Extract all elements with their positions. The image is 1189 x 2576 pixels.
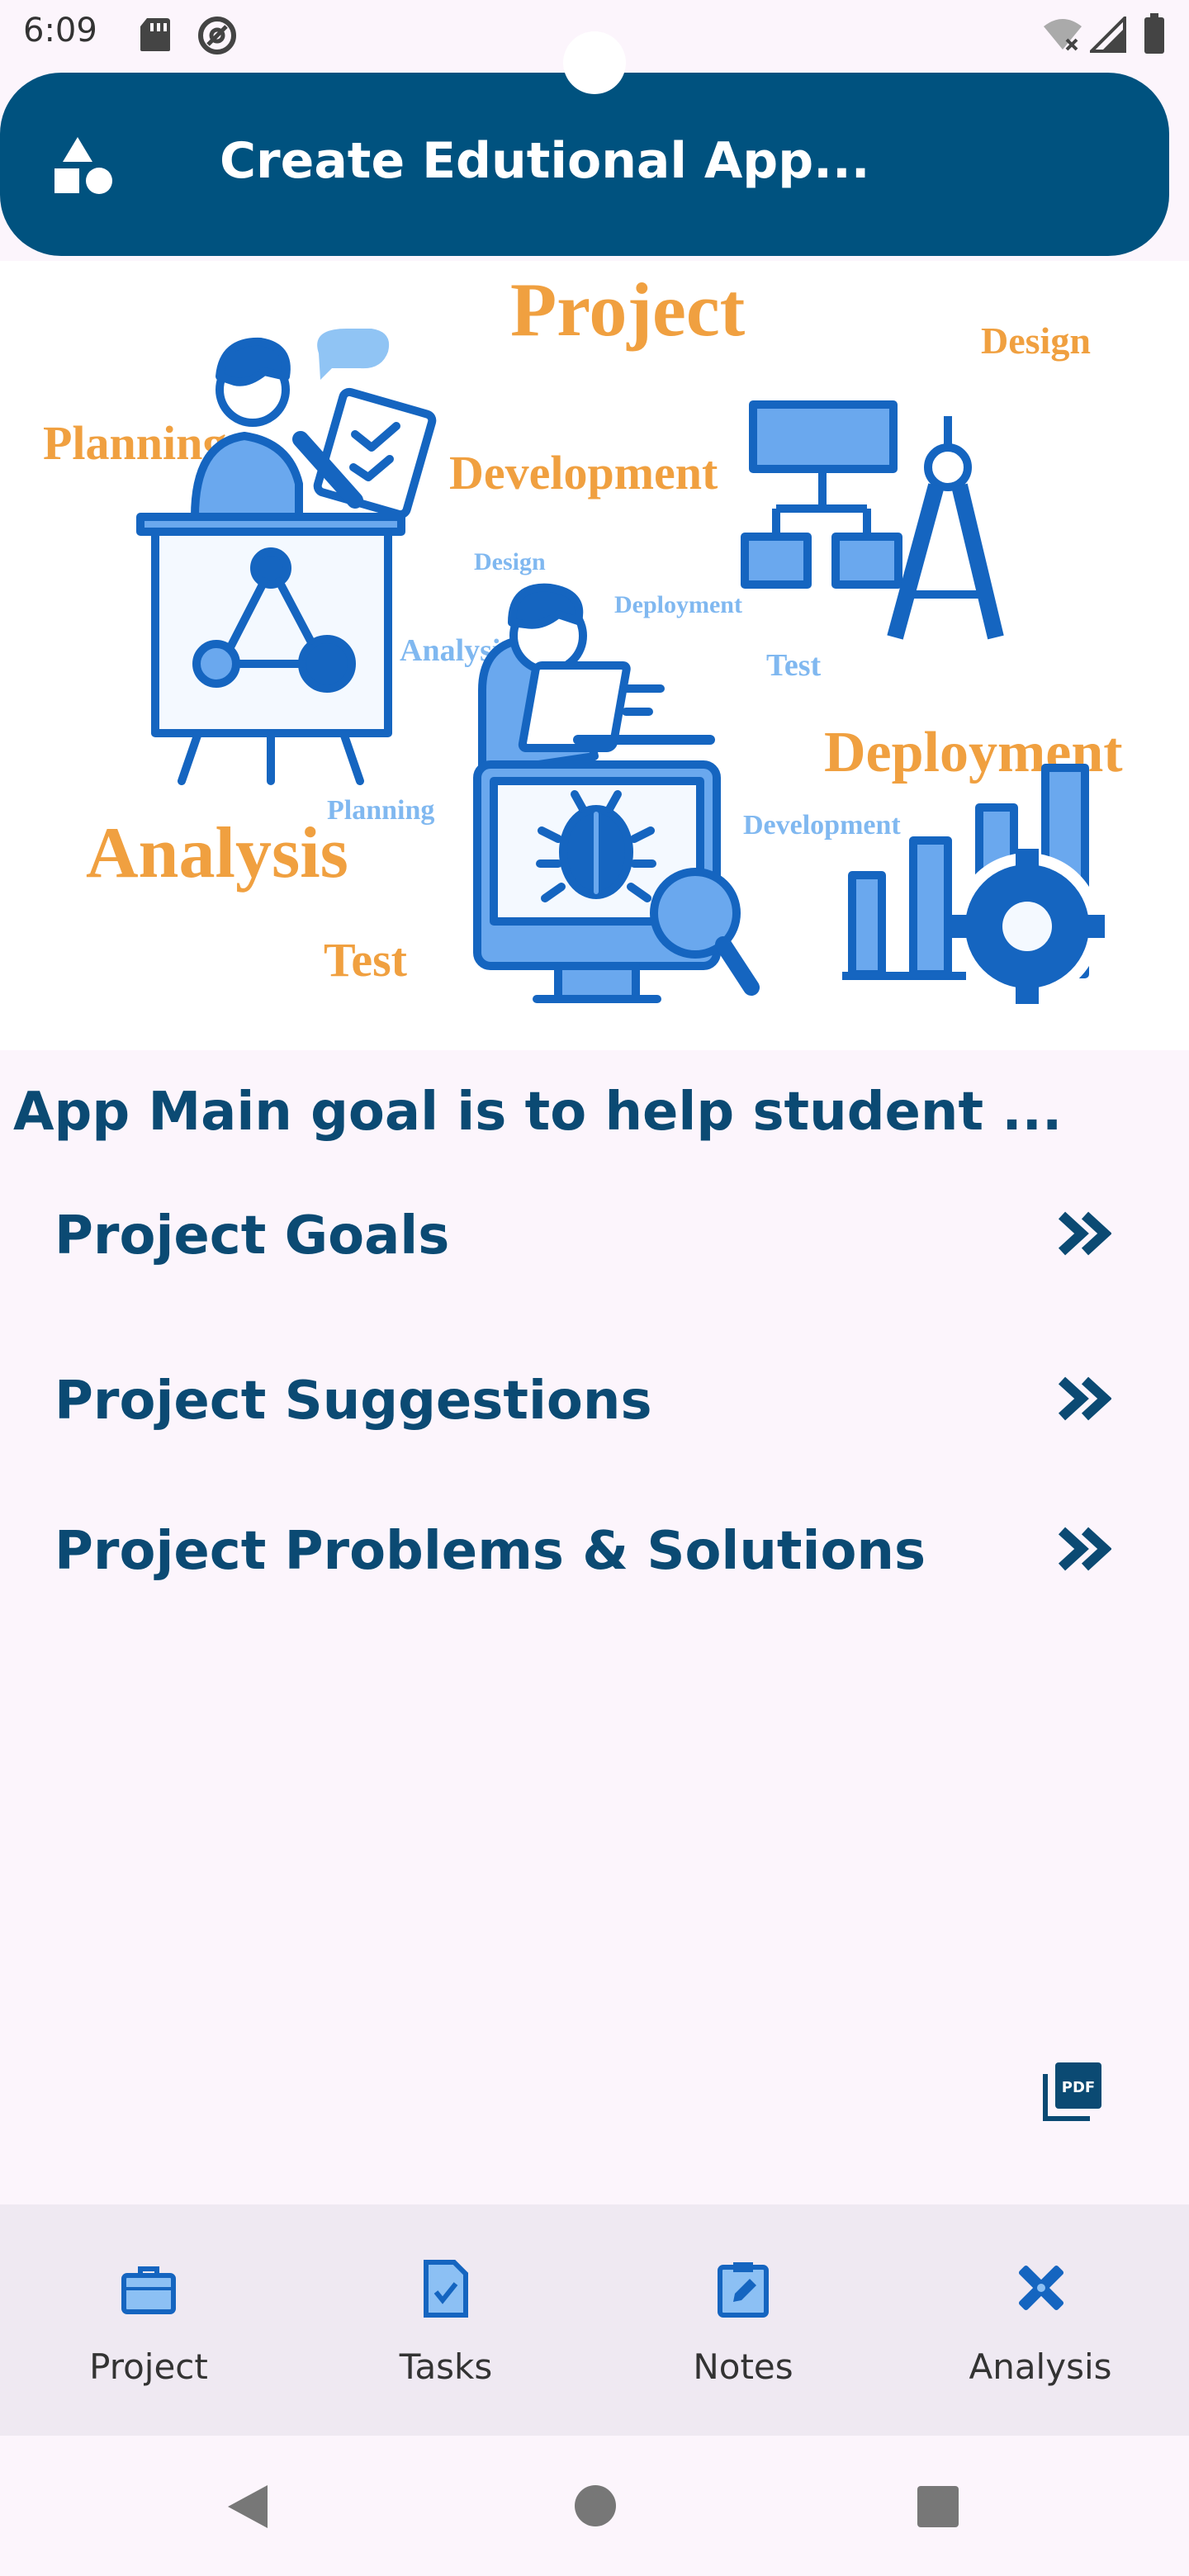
menu-item-project-goals[interactable]: Project Goals bbox=[0, 1176, 1189, 1291]
word-deployment-small: Deployment bbox=[614, 591, 742, 618]
app-bar: Create Edutional App... bbox=[0, 73, 1169, 256]
svg-text:PDF: PDF bbox=[1062, 2079, 1095, 2096]
double-chevron-right-icon bbox=[1058, 1527, 1111, 1571]
nav-item-analysis[interactable]: Analysis bbox=[892, 2204, 1189, 2436]
nav-label-project: Project bbox=[89, 2346, 208, 2387]
nav-item-project[interactable]: Project bbox=[0, 2204, 297, 2436]
at-sign-icon bbox=[198, 17, 236, 54]
presenter-figure bbox=[136, 329, 437, 785]
design-graphic bbox=[741, 400, 1004, 640]
bottom-navigation: Project Tasks Notes Analysis bbox=[0, 2204, 1189, 2436]
nav-label-analysis: Analysis bbox=[969, 2346, 1112, 2387]
menu-item-project-suggestions[interactable]: Project Suggestions bbox=[0, 1341, 1189, 1456]
double-chevron-right-icon bbox=[1058, 1211, 1111, 1256]
shapes-icon[interactable] bbox=[53, 135, 116, 198]
nav-item-tasks[interactable]: Tasks bbox=[297, 2204, 594, 2436]
project-illustration: Project Design Planning Development Desi… bbox=[0, 261, 1189, 1050]
nav-label-tasks: Tasks bbox=[399, 2346, 493, 2387]
pdf-icon[interactable]: PDF bbox=[1042, 2059, 1105, 2122]
menu-item-label: Project Problems & Solutions bbox=[54, 1521, 926, 1582]
menu-item-project-problems-solutions[interactable]: Project Problems & Solutions bbox=[0, 1491, 1189, 1607]
word-test-small: Test bbox=[766, 648, 822, 683]
note-clipboard-icon bbox=[718, 2262, 769, 2318]
sd-card-icon bbox=[140, 18, 170, 51]
word-planning-small: Planning bbox=[327, 795, 434, 826]
camera-cutout bbox=[563, 31, 626, 94]
back-icon[interactable] bbox=[223, 2482, 272, 2531]
task-document-icon bbox=[424, 2260, 468, 2318]
word-development: Development bbox=[449, 446, 718, 500]
double-chevron-right-icon bbox=[1058, 1376, 1111, 1421]
word-planning: Planning bbox=[43, 416, 226, 470]
briefcase-icon bbox=[121, 2266, 176, 2314]
word-design: Design bbox=[981, 320, 1091, 362]
nav-label-notes: Notes bbox=[693, 2346, 793, 2387]
goal-subtitle: App Main goal is to help student ... bbox=[13, 1082, 1063, 1143]
status-time: 6:09 bbox=[23, 12, 97, 50]
signal-icon bbox=[1090, 17, 1126, 53]
analytics-graphic bbox=[842, 764, 1105, 1004]
battery-icon bbox=[1144, 13, 1164, 54]
word-test: Test bbox=[324, 933, 408, 987]
design-tools-icon bbox=[1018, 2265, 1064, 2311]
developer-figure bbox=[473, 583, 760, 1003]
recents-icon[interactable] bbox=[917, 2485, 959, 2528]
word-analysis: Analysis bbox=[86, 813, 348, 893]
word-development-small: Development bbox=[743, 810, 901, 841]
menu-item-label: Project Suggestions bbox=[54, 1371, 652, 1432]
home-icon[interactable] bbox=[573, 2484, 618, 2528]
wifi-off-icon bbox=[1044, 19, 1082, 51]
word-project: Project bbox=[510, 268, 746, 352]
word-design-small: Design bbox=[474, 548, 546, 575]
menu-item-label: Project Goals bbox=[54, 1205, 450, 1267]
nav-item-notes[interactable]: Notes bbox=[594, 2204, 892, 2436]
system-navigation-bar bbox=[0, 2436, 1189, 2576]
app-title: Create Edutional App... bbox=[220, 132, 870, 190]
